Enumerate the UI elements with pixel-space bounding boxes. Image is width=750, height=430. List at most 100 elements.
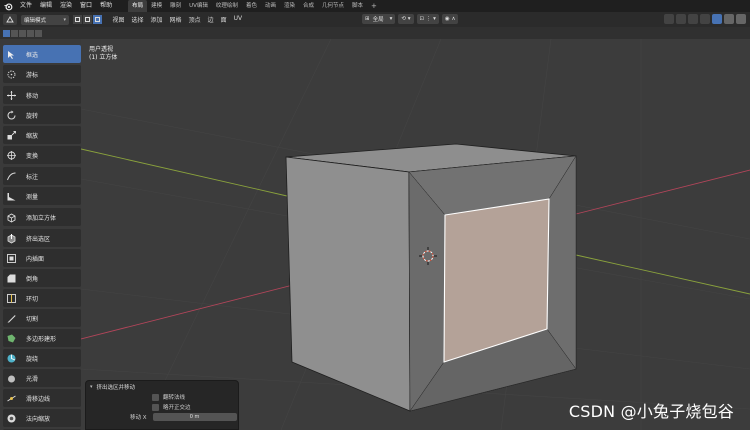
extrude-icon — [3, 230, 19, 246]
menu-select[interactable]: 选择 — [128, 15, 147, 24]
menu-window[interactable]: 窗口 — [76, 0, 96, 12]
tool-edge-slide[interactable]: 滑移边线 — [3, 389, 81, 407]
tab-scripting[interactable]: 脚本 — [348, 0, 367, 12]
select-invert-icon[interactable] — [27, 29, 34, 37]
overlay-icon[interactable] — [676, 14, 686, 24]
tool-label: 内插面 — [26, 255, 45, 263]
select-subtract-icon[interactable] — [19, 29, 26, 37]
tool-add-cube[interactable]: 添加立方体 — [3, 208, 81, 226]
wireframe-shading-icon[interactable] — [700, 14, 710, 24]
tool-bevel[interactable]: 倒角 — [3, 269, 81, 287]
left-toolbar: 框选游标移动旋转缩放变换标注测量添加立方体挤出选区内插面倒角环切切割多边形建形旋… — [3, 45, 81, 430]
transform-orientation-label: 全局 — [372, 17, 384, 23]
tool-measure[interactable]: 测量 — [3, 187, 81, 205]
tool-smooth[interactable]: 光滑 — [3, 369, 81, 387]
tab-sculpting[interactable]: 雕刻 — [166, 0, 185, 12]
tool-select-box[interactable]: 框选 — [3, 45, 81, 63]
transform-orientation-group: ⊞ 全局 ▾ ⟲ ▾ ⊡ ⋮ ▾ ◉ ∧ — [362, 14, 461, 24]
cube-mesh[interactable] — [285, 143, 577, 412]
tool-spin[interactable]: 旋绕 — [3, 349, 81, 367]
tool-cursor[interactable]: 游标 — [3, 65, 81, 83]
blender-logo-icon[interactable] — [0, 0, 16, 12]
tool-scale[interactable]: 缩放 — [3, 126, 81, 144]
menu-add[interactable]: 添加 — [147, 15, 166, 24]
mode-select[interactable]: 编辑模式 ▾ — [21, 14, 69, 25]
menu-view[interactable]: 视图 — [109, 15, 128, 24]
vertex-select-icon[interactable] — [73, 15, 82, 24]
visibility-icon[interactable] — [664, 14, 674, 24]
3d-viewport[interactable]: 用户透视 (1) 立方体 — [81, 39, 750, 430]
solid-shading-icon[interactable] — [712, 14, 722, 24]
tool-label: 倒角 — [26, 275, 39, 283]
menu-vertex[interactable]: 顶点 — [185, 15, 204, 24]
flip-normals-checkbox[interactable] — [152, 393, 159, 401]
flip-normals-label: 翻转法线 — [163, 395, 186, 401]
chevron-down-icon: ▾ — [63, 16, 66, 23]
y-axis-line-far — [575, 254, 750, 295]
tab-shading[interactable]: 着色 — [242, 0, 261, 12]
select-intersect-icon[interactable] — [35, 29, 42, 37]
inset-icon — [3, 250, 19, 266]
tool-poly-build[interactable]: 多边形建形 — [3, 329, 81, 347]
move-x-field: 移动 X 0 m — [86, 412, 238, 422]
editor-type-icon[interactable] — [3, 14, 17, 25]
dissolve-orthogonal-label: 略开正交边 — [163, 405, 191, 411]
tool-settings-row — [0, 27, 750, 39]
dissolve-orthogonal-checkbox[interactable] — [152, 403, 159, 411]
rendered-shading-icon[interactable] — [736, 14, 746, 24]
tab-modeling[interactable]: 建模 — [147, 0, 166, 12]
tool-move[interactable]: 移动 — [3, 86, 81, 104]
tab-geometry-nodes[interactable]: 几何节点 — [318, 0, 348, 12]
select-extend-icon[interactable] — [11, 29, 18, 37]
pivot-icon: ⟲ ▾ — [401, 16, 411, 22]
tool-knife[interactable]: 切割 — [3, 309, 81, 327]
menu-help[interactable]: 帮助 — [96, 0, 116, 12]
menu-render[interactable]: 渲染 — [56, 0, 76, 12]
menu-face[interactable]: 面 — [217, 15, 230, 24]
menu-uv[interactable]: UV — [230, 15, 246, 24]
menu-edit[interactable]: 编辑 — [36, 0, 56, 12]
bevel-icon — [3, 270, 19, 286]
tab-uv-editing[interactable]: UV编辑 — [185, 0, 212, 12]
xray-icon[interactable] — [688, 14, 698, 24]
tool-transform[interactable]: 变换 — [3, 146, 81, 164]
tool-shrink-fatten[interactable]: 法向缩放 — [3, 409, 81, 427]
tab-rendering[interactable]: 渲染 — [280, 0, 299, 12]
orientation-icon: ⊞ — [365, 16, 370, 22]
flip-normals-option[interactable]: 翻转法线 — [86, 392, 238, 402]
viewport-header: 编辑模式 ▾ 视图 选择 添加 网格 顶点 边 面 UV ⊞ 全局 ▾ ⟲ ▾ … — [0, 12, 750, 27]
dissolve-orthogonal-option[interactable]: 略开正交边 — [86, 402, 238, 412]
material-shading-icon[interactable] — [724, 14, 734, 24]
face-select-icon[interactable] — [93, 15, 102, 24]
transform-orientation-select[interactable]: ⊞ 全局 ▾ — [362, 14, 396, 24]
tool-label: 测量 — [26, 193, 39, 201]
select-new-icon[interactable] — [3, 29, 10, 37]
tab-texture-paint[interactable]: 纹理绘制 — [212, 0, 242, 12]
tab-animation[interactable]: 动画 — [261, 0, 280, 12]
menu-file[interactable]: 文件 — [16, 0, 36, 12]
tab-compositing[interactable]: 合成 — [299, 0, 318, 12]
tool-label: 变换 — [26, 152, 39, 160]
shading-controls — [662, 14, 746, 24]
menu-mesh[interactable]: 网格 — [166, 15, 185, 24]
edge-select-icon[interactable] — [83, 15, 92, 24]
proportional-edit-toggle[interactable]: ◉ ∧ — [441, 14, 459, 24]
mode-select-label: 编辑模式 — [24, 17, 47, 24]
op-panel-header[interactable]: ▾ 挤出选区并移动 — [86, 381, 238, 392]
adjust-last-operation-panel[interactable]: ▾ 挤出选区并移动 翻转法线 略开正交边 移动 X 0 m — [85, 380, 239, 430]
menu-edge[interactable]: 边 — [204, 15, 217, 24]
tab-layout[interactable]: 布局 — [128, 0, 148, 12]
add-cube-icon — [3, 209, 19, 225]
pivot-point-select[interactable]: ⟲ ▾ — [398, 14, 414, 24]
snap-toggle[interactable]: ⊡ ⋮ ▾ — [416, 14, 439, 24]
rotate-icon — [3, 107, 19, 123]
tool-annotate[interactable]: 标注 — [3, 167, 81, 185]
tool-rotate[interactable]: 旋转 — [3, 106, 81, 124]
move-x-input[interactable]: 0 m — [152, 413, 237, 421]
move-x-label: 移动 X — [130, 415, 147, 421]
add-workspace-button[interactable]: + — [367, 2, 381, 10]
tool-extrude[interactable]: 挤出选区 — [3, 229, 81, 247]
tool-label: 添加立方体 — [26, 214, 57, 222]
tool-inset[interactable]: 内插面 — [3, 249, 81, 267]
tool-loop-cut[interactable]: 环切 — [3, 289, 81, 307]
